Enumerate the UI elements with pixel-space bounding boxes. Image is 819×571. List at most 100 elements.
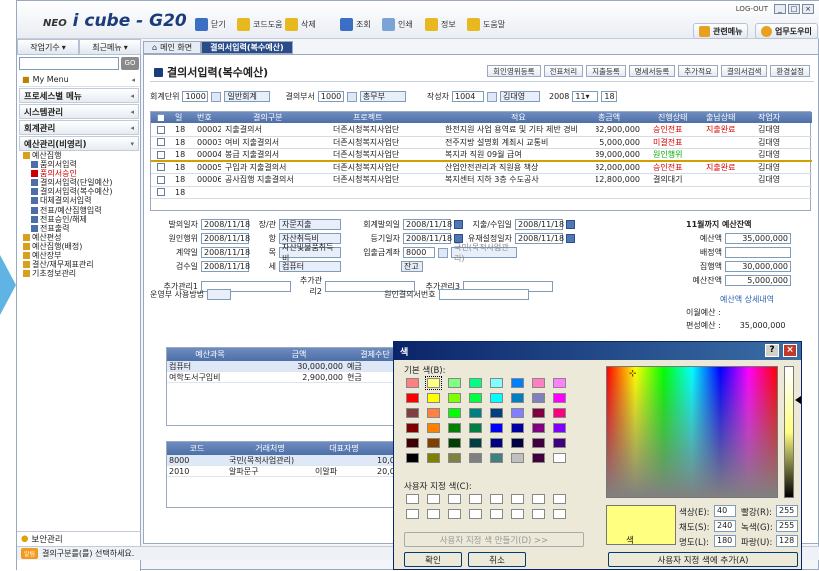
color-swatch[interactable]	[511, 438, 524, 448]
checkbox-icon[interactable]	[157, 138, 165, 146]
writer-code-input[interactable]: 1004	[452, 91, 484, 102]
unit-code-input[interactable]: 1000	[182, 91, 209, 102]
custom-color-swatch[interactable]	[406, 509, 419, 519]
calendar-icon[interactable]	[566, 234, 575, 243]
checkbox-icon[interactable]	[157, 175, 165, 184]
table-row[interactable]: 18 00003 여비 지출결의서 더존시청복지사업단 전주지방 설명회 계최시 교통비…	[151, 137, 812, 149]
checkbox-icon[interactable]	[157, 188, 165, 196]
custom-color-swatch[interactable]	[553, 509, 566, 519]
header-check-icon[interactable]: ■	[155, 112, 165, 123]
add-custom-color-button[interactable]: 사용자 지정 색에 추가(A)	[608, 552, 798, 567]
color-swatch[interactable]	[511, 393, 524, 403]
define-custom-button[interactable]: 사용자 지정 색 만들기(D) >>	[404, 532, 584, 547]
color-swatch[interactable]	[532, 393, 545, 403]
color-swatch[interactable]	[553, 378, 566, 388]
color-swatch[interactable]	[490, 393, 503, 403]
date-field[interactable]: 2008/11/18	[201, 261, 250, 272]
color-swatch[interactable]	[553, 453, 566, 463]
tree-node[interactable]: 전표출력	[23, 224, 141, 233]
color-swatch[interactable]	[427, 408, 440, 418]
custom-color-swatch[interactable]	[490, 509, 503, 519]
tab-active[interactable]: 결의서입력(복수예산)	[201, 41, 293, 54]
ok-button[interactable]: 확인	[404, 552, 462, 567]
row-checkbox[interactable]	[155, 137, 167, 148]
color-swatch[interactable]	[427, 453, 440, 463]
toolbar-help[interactable]: 도움말	[467, 16, 505, 32]
tree-node[interactable]: 대체결의서입력	[23, 196, 141, 205]
cancel-button[interactable]: 취소	[468, 552, 526, 567]
work-helper-button[interactable]: 업무도우미	[755, 23, 818, 39]
security-menu[interactable]: ● 보안관리	[17, 531, 141, 545]
sidebar-header-budget[interactable]: 예산관리(비영리) ▾	[19, 136, 139, 151]
color-swatch[interactable]	[469, 408, 482, 418]
color-spectrum[interactable]: ⊹	[606, 366, 778, 498]
color-swatch[interactable]	[553, 423, 566, 433]
custom-color-swatch[interactable]	[448, 494, 461, 504]
table-row[interactable]: 18 00005 구입과 지출결의서 더존시청복지사업단 산업안전관리과 직원용 책상 3…	[151, 162, 812, 174]
table-row[interactable]: 18	[151, 187, 812, 199]
hue-input[interactable]: 40	[714, 505, 736, 517]
table-row[interactable]: 18 00004 봉급 지출결의서 더존시청복지사업단 복지과 직원 09월 급여 89,…	[151, 149, 812, 162]
action-button[interactable]: 회인영위등록	[487, 65, 541, 77]
custom-color-swatch[interactable]	[448, 509, 461, 519]
color-swatch[interactable]	[425, 376, 442, 390]
date-field[interactable]: 2008/11/18	[515, 219, 564, 230]
luminance-slider[interactable]	[784, 366, 794, 498]
date-field[interactable]: 2008/11/18	[403, 219, 452, 230]
color-swatch[interactable]	[448, 423, 461, 433]
color-swatch[interactable]	[469, 378, 482, 388]
color-swatch[interactable]	[469, 453, 482, 463]
usage-field[interactable]	[207, 289, 232, 300]
menu-search-input[interactable]	[19, 57, 119, 70]
red-input[interactable]: 255	[776, 505, 798, 517]
tree-node[interactable]: 예산집행(배정)	[23, 242, 141, 251]
dept-code-input[interactable]: 1000	[317, 91, 344, 102]
dialog-help-button[interactable]: ?	[765, 344, 779, 357]
color-swatch[interactable]	[490, 408, 503, 418]
toolbar-info[interactable]: 정보	[425, 16, 456, 32]
custom-color-swatch[interactable]	[427, 509, 440, 519]
color-swatch[interactable]	[448, 438, 461, 448]
tree-node[interactable]: 예산편성	[23, 233, 141, 242]
color-swatch[interactable]	[448, 378, 461, 388]
color-swatch[interactable]	[406, 453, 419, 463]
tree-node-selected[interactable]: 품의서승인	[23, 169, 141, 178]
row-checkbox[interactable]	[155, 187, 167, 198]
color-swatch[interactable]	[553, 408, 566, 418]
budget-detail-link[interactable]: 예산액 상세내역	[680, 294, 814, 305]
custom-color-swatch[interactable]	[532, 494, 545, 504]
lookup-icon[interactable]	[487, 91, 497, 102]
table-row[interactable]: 18 00002 지출결의서 더존시청복지사업단 한전지원 사업 용역료 및 기타 제반…	[151, 124, 812, 137]
row-checkbox[interactable]	[155, 149, 167, 160]
color-swatch[interactable]	[511, 408, 524, 418]
date-field[interactable]: 2008/11/18	[403, 233, 452, 244]
my-menu[interactable]: ■ My Menu ◂	[19, 73, 139, 87]
color-swatch[interactable]	[511, 453, 524, 463]
month-select[interactable]: 11 ▾	[572, 91, 599, 102]
tab-work-period[interactable]: 작업기수 ▾	[17, 39, 79, 55]
color-swatch[interactable]	[427, 438, 440, 448]
row-checkbox[interactable]	[155, 124, 167, 135]
green-input[interactable]: 255	[776, 520, 798, 532]
row-checkbox[interactable]	[155, 162, 167, 173]
color-swatch[interactable]	[532, 378, 545, 388]
custom-color-swatch[interactable]	[469, 509, 482, 519]
color-swatch[interactable]	[427, 393, 440, 403]
color-swatch[interactable]	[532, 408, 545, 418]
color-swatch[interactable]	[490, 378, 503, 388]
balance-button[interactable]: 잔고	[401, 261, 423, 272]
custom-color-swatch[interactable]	[553, 494, 566, 504]
budget-field[interactable]: 자산및물품취득비	[279, 243, 341, 263]
lookup-icon[interactable]	[438, 247, 448, 258]
day-input[interactable]: 18	[601, 91, 618, 102]
color-swatch[interactable]	[469, 423, 482, 433]
tree-node[interactable]: 품의서입력	[23, 160, 141, 169]
checkbox-icon[interactable]	[157, 125, 165, 134]
custom-color-swatch[interactable]	[490, 494, 503, 504]
color-swatch[interactable]	[448, 393, 461, 403]
calendar-icon[interactable]	[454, 220, 463, 229]
toolbar-delete[interactable]: 삭제	[285, 16, 316, 32]
sidebar-header-system[interactable]: 시스템관리 ◂	[19, 104, 139, 119]
tab-recent-menu[interactable]: 최근메뉴 ▾	[79, 39, 141, 55]
cause-number-field[interactable]	[438, 289, 529, 300]
